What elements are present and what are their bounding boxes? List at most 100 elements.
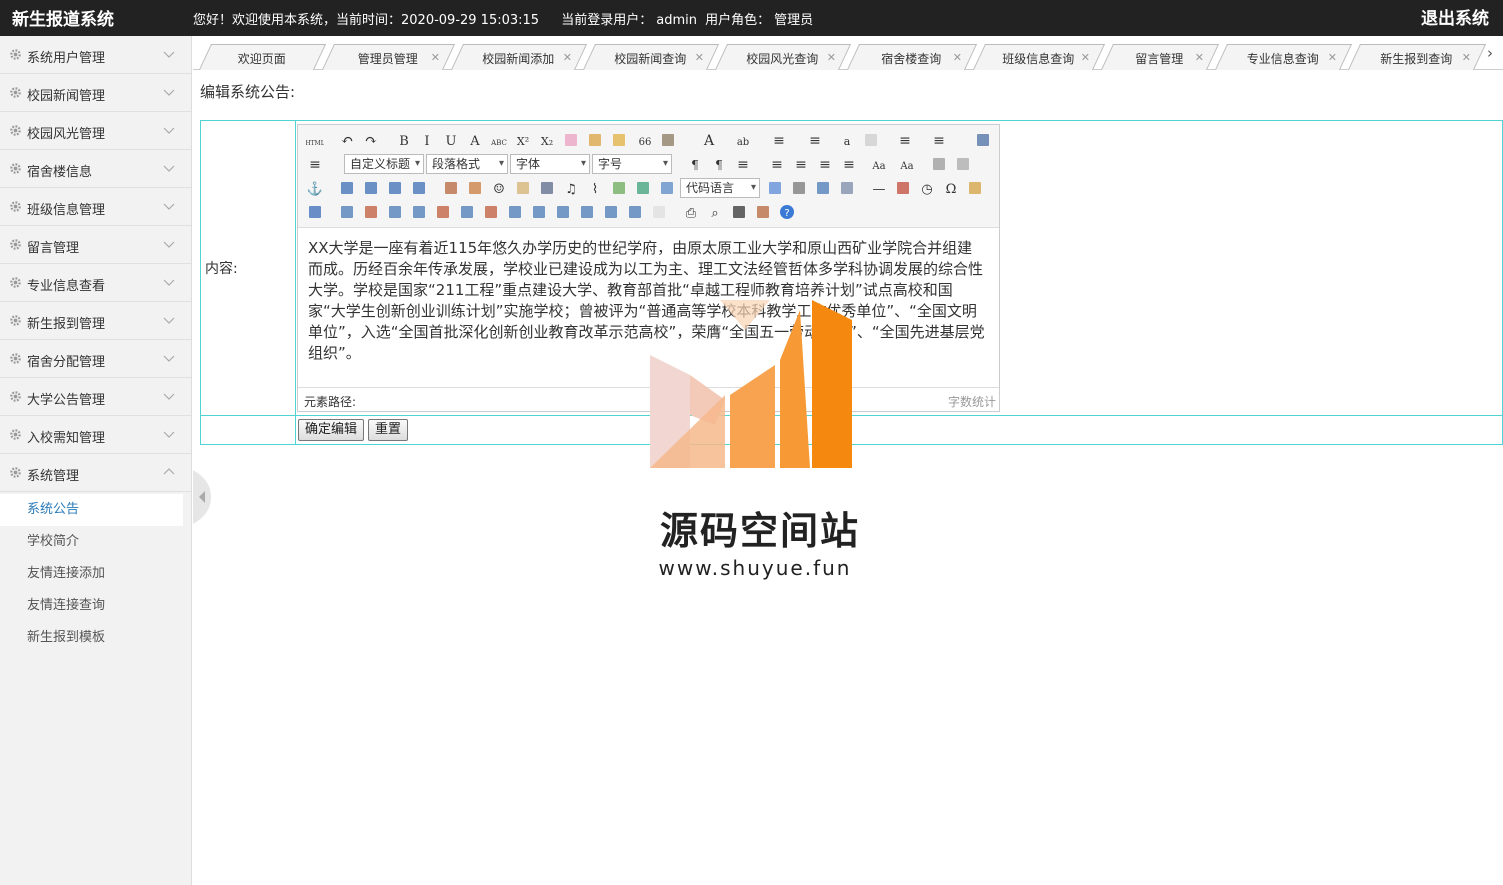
ltr-icon[interactable]: ¶ bbox=[686, 155, 704, 173]
format-brush-icon[interactable] bbox=[586, 131, 604, 149]
merge-cells-icon[interactable] bbox=[506, 203, 524, 221]
simple-upload-icon[interactable] bbox=[442, 179, 460, 197]
submenu-item[interactable]: 友情连接查询 bbox=[0, 590, 191, 622]
image-left-icon[interactable] bbox=[362, 179, 380, 197]
attachment-icon[interactable]: ⌇ bbox=[586, 179, 604, 197]
sidebar-item[interactable]: 班级信息管理 bbox=[0, 188, 191, 226]
paragraph-select[interactable]: 段落格式 bbox=[426, 154, 508, 174]
delete-row-icon[interactable] bbox=[434, 203, 452, 221]
tab[interactable]: 校园新闻添加 ✕ bbox=[450, 44, 588, 70]
template-icon[interactable] bbox=[814, 179, 832, 197]
insert-paragraph-before-table-icon[interactable] bbox=[386, 203, 404, 221]
tab[interactable]: 校园新闻查询 ✕ bbox=[582, 44, 720, 70]
sidebar-item[interactable]: 大学公告管理 bbox=[0, 378, 191, 416]
logout-button[interactable]: 退出系统 bbox=[1421, 4, 1489, 29]
unlink-icon[interactable] bbox=[954, 155, 972, 173]
split-to-cells-icon[interactable] bbox=[578, 203, 596, 221]
line-height-icon[interactable]: ≡ bbox=[306, 155, 324, 173]
word-count[interactable]: 字数统计 bbox=[948, 393, 996, 410]
close-icon[interactable]: ✕ bbox=[563, 51, 572, 64]
to-upper-icon[interactable]: Aa bbox=[870, 155, 888, 173]
unordered-list-icon[interactable]: ≡ bbox=[806, 131, 824, 149]
close-icon[interactable]: ✕ bbox=[1081, 51, 1090, 64]
auto-format-icon[interactable] bbox=[610, 131, 628, 149]
close-icon[interactable]: ✕ bbox=[1462, 51, 1471, 64]
font-family-select[interactable]: 字体 bbox=[510, 154, 590, 174]
music-icon[interactable]: ♫ bbox=[562, 179, 580, 197]
blockquote-icon[interactable]: 66 bbox=[636, 131, 654, 149]
sidebar-item[interactable]: 宿舍分配管理 bbox=[0, 340, 191, 378]
scrawl-icon[interactable] bbox=[514, 179, 532, 197]
custom-heading-select[interactable]: 自定义标题 bbox=[344, 154, 424, 174]
tab[interactable]: 欢迎页面 bbox=[198, 44, 327, 70]
gmap-icon[interactable] bbox=[634, 179, 652, 197]
word-import-icon[interactable] bbox=[306, 203, 324, 221]
align-right-icon[interactable]: ≡ bbox=[816, 155, 834, 173]
submenu-item[interactable]: 新生报到模板 bbox=[0, 622, 191, 654]
underline-icon[interactable]: U bbox=[442, 131, 460, 149]
sidebar-item[interactable]: 校园新闻管理 bbox=[0, 74, 191, 112]
submenu-item[interactable]: 学校简介 bbox=[0, 526, 191, 558]
insert-row-icon[interactable] bbox=[410, 203, 428, 221]
submenu-item[interactable]: 友情连接添加 bbox=[0, 558, 191, 590]
submenu-item[interactable]: 系统公告 bbox=[0, 494, 183, 526]
help-icon[interactable]: ? bbox=[778, 203, 796, 221]
row-spacing-bottom-icon[interactable]: ≡ bbox=[930, 131, 948, 149]
eraser-icon[interactable] bbox=[562, 131, 580, 149]
background-icon[interactable] bbox=[838, 179, 856, 197]
select-all-icon[interactable]: a bbox=[838, 131, 856, 149]
sidebar-item[interactable]: 校园风光管理 bbox=[0, 112, 191, 150]
font-border-icon[interactable]: A bbox=[466, 131, 484, 149]
page-break-icon[interactable] bbox=[790, 179, 808, 197]
sidebar-item[interactable]: 入校需知管理 bbox=[0, 416, 191, 454]
row-spacing-top-icon[interactable]: ≡ bbox=[896, 131, 914, 149]
split-to-rows-icon[interactable] bbox=[602, 203, 620, 221]
superscript-icon[interactable]: X² bbox=[514, 131, 532, 149]
paste-plain-icon[interactable] bbox=[659, 131, 677, 149]
to-lower-icon[interactable]: Aa bbox=[898, 155, 916, 173]
date-icon[interactable] bbox=[894, 179, 912, 197]
sidebar-item[interactable]: 系统管理 bbox=[0, 454, 191, 492]
close-icon[interactable]: ✕ bbox=[431, 51, 440, 64]
indent-icon[interactable]: ≡ bbox=[734, 155, 752, 173]
align-center-icon[interactable]: ≡ bbox=[792, 155, 810, 173]
tab[interactable]: 宿舍楼查询 ✕ bbox=[846, 44, 978, 70]
tab[interactable]: 留言管理 ✕ bbox=[1100, 44, 1220, 70]
close-icon[interactable]: ✕ bbox=[953, 51, 962, 64]
word-image-icon[interactable] bbox=[966, 179, 984, 197]
link-icon[interactable] bbox=[930, 155, 948, 173]
font-color-icon[interactable]: A bbox=[700, 131, 718, 149]
confirm-edit-button[interactable]: 确定编辑 bbox=[298, 419, 365, 441]
image-center-icon[interactable] bbox=[410, 179, 428, 197]
tab[interactable]: 管理员管理 ✕ bbox=[321, 44, 456, 70]
anchor-icon[interactable]: ⚓ bbox=[306, 179, 324, 197]
bold-icon[interactable]: B bbox=[395, 131, 413, 149]
close-icon[interactable]: ✕ bbox=[1195, 51, 1204, 64]
tab[interactable]: 新生报到查询 ✕ bbox=[1347, 44, 1487, 70]
drafts-icon[interactable] bbox=[754, 203, 772, 221]
close-icon[interactable]: ✕ bbox=[695, 51, 704, 64]
horizontal-rule-icon[interactable]: — bbox=[870, 179, 888, 197]
sidebar-collapse-handle[interactable] bbox=[193, 470, 211, 524]
split-to-cols-icon[interactable] bbox=[626, 203, 644, 221]
undo-icon[interactable]: ↶ bbox=[338, 131, 356, 149]
merge-right-icon[interactable] bbox=[530, 203, 548, 221]
image-none-icon[interactable] bbox=[338, 179, 356, 197]
sidebar-item[interactable]: 专业信息查看 bbox=[0, 264, 191, 302]
map-icon[interactable] bbox=[610, 179, 628, 197]
special-chars-icon[interactable]: Ω bbox=[942, 179, 960, 197]
preview-icon[interactable]: ⌕ bbox=[706, 203, 724, 221]
italic-icon[interactable]: I bbox=[418, 131, 436, 149]
align-justify-icon[interactable]: ≡ bbox=[840, 155, 858, 173]
charts-icon[interactable] bbox=[650, 203, 668, 221]
insert-video-icon[interactable] bbox=[538, 179, 556, 197]
font-size-select[interactable]: 字号 bbox=[592, 154, 672, 174]
close-icon[interactable]: ✕ bbox=[827, 51, 836, 64]
ordered-list-icon[interactable]: ≡ bbox=[770, 131, 788, 149]
rtl-icon[interactable]: ¶ bbox=[710, 155, 728, 173]
sidebar-item[interactable]: 新生报到管理 bbox=[0, 302, 191, 340]
time-icon[interactable]: ◷ bbox=[918, 179, 936, 197]
align-left-icon[interactable]: ≡ bbox=[768, 155, 786, 173]
subscript-icon[interactable]: X₂ bbox=[538, 131, 556, 149]
delete-table-icon[interactable] bbox=[362, 203, 380, 221]
